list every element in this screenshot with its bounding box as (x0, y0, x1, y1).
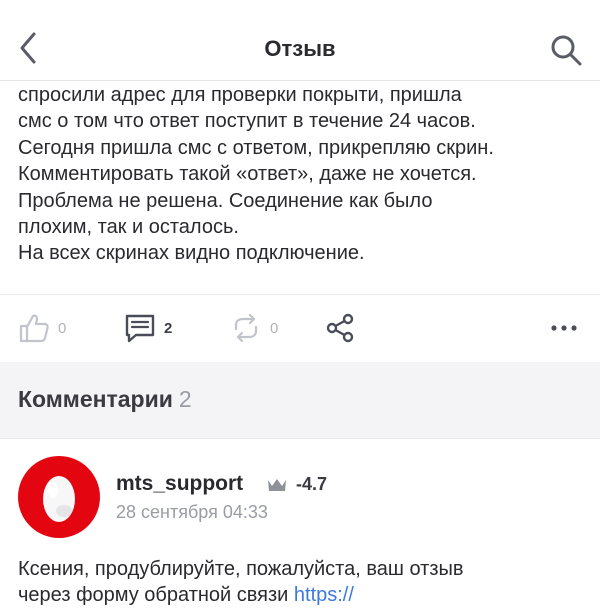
comments-count: 2 (178, 386, 192, 412)
crown-badge (266, 476, 288, 499)
comment-button[interactable]: 2 (124, 311, 172, 345)
repost-count: 0 (270, 319, 279, 337)
feedback-link[interactable]: https:// (294, 584, 354, 606)
top-bar: Отзыв (0, 0, 600, 81)
search-button[interactable] (548, 32, 584, 68)
comment-count: 2 (164, 319, 173, 337)
page-title: Отзыв (264, 36, 336, 61)
comment-line-text: через форму обратной связи (18, 584, 294, 606)
egg-logo-icon (18, 456, 100, 538)
search-icon (551, 35, 582, 66)
review-line: смс о том что ответ поступит в течение 2… (18, 110, 476, 133)
like-button[interactable]: 0 (18, 311, 66, 345)
more-button[interactable] (548, 311, 580, 345)
review-line: Сегодня пришла смс с ответом, прикрепляю… (18, 136, 494, 159)
share-button[interactable] (324, 311, 356, 345)
like-count: 0 (58, 319, 67, 337)
review-line: Проблема не решена. Соединение как было (18, 189, 433, 212)
comment-icon (125, 314, 155, 343)
review-body: спросили адрес для проверки покрыти, при… (18, 82, 588, 267)
review-line: плохим, так и осталось. (18, 216, 239, 239)
repost-button[interactable]: 0 (230, 311, 278, 345)
comment-body: Ксения, продублируйте, пожалуйста, ваш о… (18, 556, 588, 608)
crown-icon (268, 479, 286, 491)
comments-title-label: Комментарии (18, 386, 173, 412)
avatar[interactable] (18, 456, 100, 538)
review-actions: 0 2 0 (0, 294, 600, 363)
comment-line-2: через форму обратной связи https:// (18, 582, 588, 608)
author-rating: -4.7 (296, 474, 328, 494)
comment-author[interactable]: mts_support (116, 472, 243, 496)
review-line: Комментировать такой «ответ», даже не хо… (18, 163, 477, 186)
comment-date: 28 сентября 04:33 (116, 502, 268, 522)
review-line: спросили адрес для проверки покрыти, при… (18, 84, 462, 106)
comment-line: Ксения, продублируйте, пожалуйста, ваш о… (18, 558, 464, 580)
share-icon (326, 313, 354, 343)
comments-title: Комментарии 2 (18, 386, 192, 413)
review-line: На всех скринах видно подключение. (18, 242, 365, 265)
more-icon (551, 325, 577, 331)
thumbs-up-icon (19, 314, 49, 343)
repost-icon (234, 313, 258, 343)
